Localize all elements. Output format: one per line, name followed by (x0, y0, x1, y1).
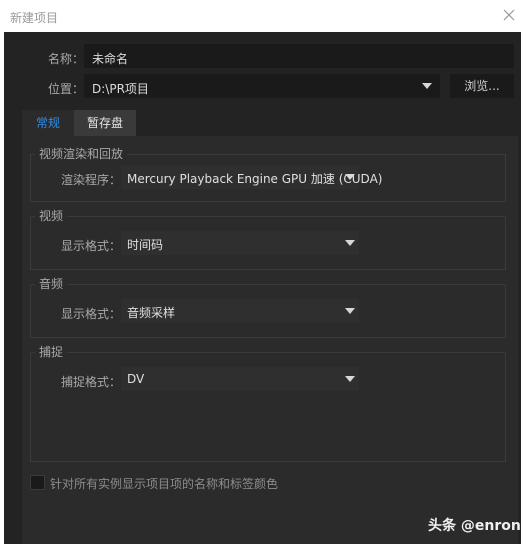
chevron-down-icon (345, 240, 355, 246)
tab-scratch-disks[interactable]: 暂存盘 (74, 110, 136, 136)
new-project-dialog: 名称： 未命名 位置： D:\PR项目 浏览... 常规 暂存盘 视频渲染和回放… (4, 32, 521, 544)
show-label-colors-checkbox[interactable] (30, 475, 45, 490)
video-format-label: 显示格式： (61, 239, 122, 253)
capture-format-value: DV (127, 372, 145, 386)
render-playback-group: 视频渲染和回放 渲染程序： Mercury Playback Engine GP… (30, 145, 506, 202)
window-title: 新建项目 (10, 11, 59, 25)
chevron-down-icon (422, 83, 432, 89)
location-select[interactable]: D:\PR项目 (84, 74, 440, 98)
audio-group: 音频 显示格式： 音频采样 (30, 275, 506, 338)
location-value: D:\PR项目 (92, 82, 149, 96)
capture-group-title: 捕捉 (35, 343, 68, 360)
browse-button[interactable]: 浏览... (450, 74, 514, 98)
video-group: 视频 显示格式： 时间码 (30, 207, 506, 270)
capture-group: 捕捉 捕捉格式： DV (30, 343, 506, 462)
render-group-title: 视频渲染和回放 (35, 145, 128, 162)
chevron-down-icon (345, 174, 355, 180)
show-label-colors-label: 针对所有实例显示项目项的名称和标签颜色 (50, 477, 279, 491)
video-group-title: 视频 (35, 207, 68, 224)
name-label: 名称： (48, 52, 85, 66)
project-name-value: 未命名 (92, 52, 129, 66)
chevron-down-icon (345, 376, 355, 382)
chevron-down-icon (345, 308, 355, 314)
audio-format-value: 音频采样 (127, 306, 176, 320)
title-bar: 新建项目 (0, 0, 522, 32)
location-label: 位置： (48, 82, 85, 96)
tab-general[interactable]: 常规 (22, 110, 74, 136)
video-format-value: 时间码 (127, 238, 164, 252)
renderer-label: 渲染程序： (61, 173, 122, 187)
renderer-select[interactable]: Mercury Playback Engine GPU 加速 (CUDA) (121, 165, 382, 189)
audio-format-label: 显示格式： (61, 307, 122, 321)
close-icon[interactable] (502, 8, 516, 22)
audio-group-title: 音频 (35, 275, 68, 292)
watermark-text: 头条 @enron (428, 518, 521, 534)
video-format-select[interactable]: 时间码 (121, 231, 359, 255)
capture-format-select[interactable]: DV (121, 367, 359, 391)
capture-format-label: 捕捉格式： (61, 375, 122, 389)
project-name-input[interactable]: 未命名 (84, 44, 514, 68)
audio-format-select[interactable]: 音频采样 (121, 299, 359, 323)
